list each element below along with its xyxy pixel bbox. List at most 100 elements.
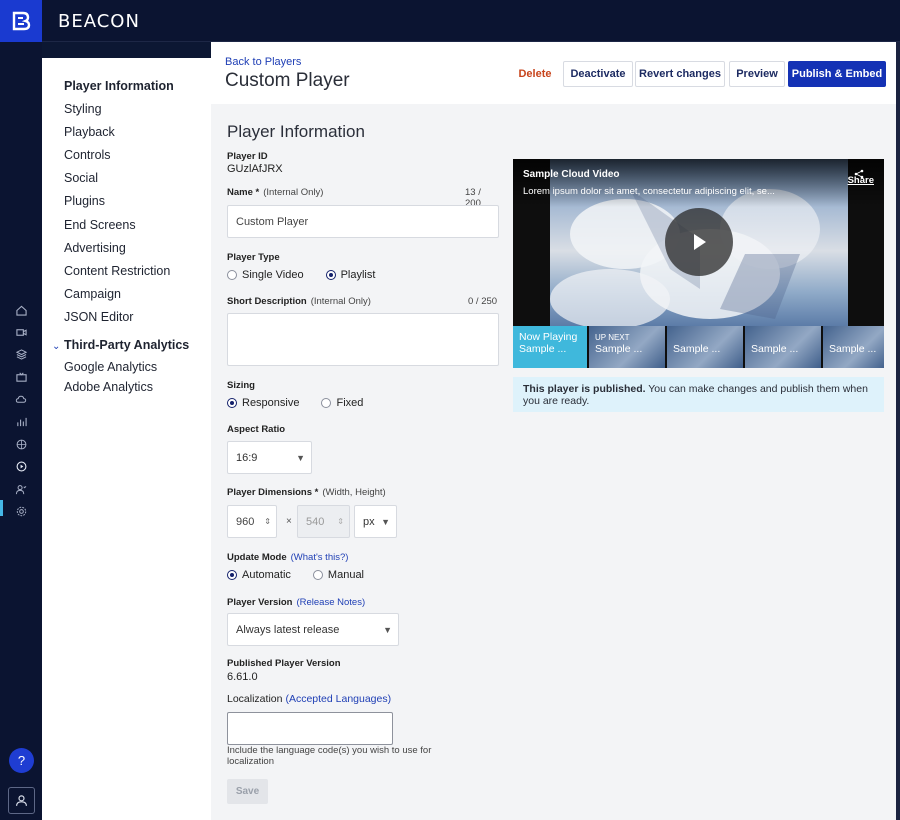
nav-item-end-screens[interactable]: End Screens	[64, 218, 136, 232]
radio-automatic[interactable]	[227, 570, 237, 580]
thumbnail-item[interactable]: Sample ...	[823, 326, 884, 368]
user-account-button[interactable]	[8, 787, 35, 814]
publish-embed-button[interactable]: Publish & Embed	[788, 61, 886, 87]
whats-this-link[interactable]: (What's this?)	[291, 552, 349, 563]
player-icon[interactable]	[14, 459, 28, 473]
video-icon[interactable]	[14, 325, 28, 339]
nav-item-styling[interactable]: Styling	[64, 102, 102, 116]
nav-section-third-party-analytics[interactable]: Third-Party Analytics	[64, 338, 189, 352]
player-type-radios: Single Video Playlist	[227, 269, 375, 281]
deactivate-button[interactable]: Deactivate	[563, 61, 633, 87]
radio-manual[interactable]	[312, 570, 323, 580]
radio-playlist[interactable]	[325, 270, 336, 280]
globe-icon[interactable]	[14, 437, 28, 451]
brand-name: BEACON	[58, 11, 140, 32]
caret-down-icon: ▼	[296, 452, 305, 463]
thumbnail-title: Sample ...	[595, 343, 643, 355]
radio-automatic-label[interactable]: Automatic	[242, 569, 291, 581]
name-label-text: Name *	[227, 187, 260, 198]
width-value: 960	[236, 515, 255, 528]
nav-item-controls[interactable]: Controls	[64, 148, 111, 162]
cloud-icon[interactable]	[14, 392, 28, 406]
name-input-value: Custom Player	[236, 215, 309, 228]
localization-input[interactable]	[227, 712, 393, 745]
users-icon[interactable]	[14, 482, 28, 496]
settings-nav: Player Information Styling Playback Cont…	[42, 58, 211, 820]
radio-fixed-label[interactable]: Fixed	[336, 397, 363, 409]
thumbnail-label	[829, 332, 880, 343]
radio-manual-label[interactable]: Manual	[328, 569, 364, 581]
back-link[interactable]: Back to Players	[225, 56, 301, 68]
radio-responsive-label[interactable]: Responsive	[242, 397, 299, 409]
layers-icon[interactable]	[14, 347, 28, 361]
nav-item-playback[interactable]: Playback	[64, 125, 115, 139]
chevron-down-icon[interactable]: ⌄	[52, 341, 60, 352]
radio-responsive[interactable]	[227, 398, 237, 408]
preview-button[interactable]: Preview	[729, 61, 785, 87]
analytics-icon[interactable]	[14, 414, 28, 428]
stepper-icon: ⇕	[337, 517, 344, 526]
nav-item-advertising[interactable]: Advertising	[64, 241, 126, 255]
radio-fixed[interactable]	[321, 398, 332, 408]
play-button[interactable]	[665, 208, 733, 276]
thumbnail-label	[673, 332, 737, 343]
video-title: Sample Cloud Video	[523, 169, 620, 180]
aspect-ratio-select[interactable]: 16:9 ▼	[227, 441, 312, 474]
name-input[interactable]: Custom Player	[227, 205, 499, 238]
tv-icon[interactable]	[14, 370, 28, 384]
localization-hint: Include the language code(s) you wish to…	[227, 745, 432, 767]
revert-changes-button[interactable]: Revert changes	[635, 61, 725, 87]
share-link[interactable]: Share	[848, 175, 874, 186]
nav-item-adobe-analytics[interactable]: Adobe Analytics	[64, 380, 153, 394]
play-icon	[694, 234, 706, 250]
radio-single-video-label[interactable]: Single Video	[242, 269, 304, 281]
player-version-select[interactable]: Always latest release ▼	[227, 613, 399, 646]
published-status-banner: This player is published. You can make c…	[513, 377, 884, 412]
dimensions-separator: ×	[286, 516, 292, 527]
sizing-radios: Responsive Fixed	[227, 397, 363, 409]
delete-button[interactable]: Delete	[509, 61, 561, 87]
player-type-label: Player Type	[227, 252, 280, 263]
update-mode-label: Update Mode (What's this?)	[227, 552, 348, 563]
main-content: Back to Players Custom Player Delete Dea…	[211, 42, 900, 820]
published-status-bold: This player is published.	[523, 383, 646, 395]
short-description-textarea[interactable]	[227, 313, 499, 366]
accepted-languages-link[interactable]: (Accepted Languages)	[285, 693, 391, 705]
radio-playlist-label[interactable]: Playlist	[341, 269, 376, 281]
thumbnail-item[interactable]: Sample ...	[667, 326, 745, 368]
published-version-label: Published Player Version	[227, 658, 341, 669]
caret-down-icon: ▼	[383, 624, 392, 635]
nav-item-plugins[interactable]: Plugins	[64, 194, 105, 208]
width-input[interactable]: 960 ⇕	[227, 505, 277, 538]
home-icon[interactable]	[14, 303, 28, 317]
page-header: Back to Players Custom Player Delete Dea…	[211, 42, 900, 104]
player-version-label: Player Version (Release Notes)	[227, 597, 365, 608]
nav-item-player-information[interactable]: Player Information	[64, 79, 174, 93]
scrollbar[interactable]	[896, 42, 900, 820]
player-version-value: Always latest release	[236, 623, 340, 636]
beacon-logo-icon[interactable]	[0, 0, 42, 42]
player-preview[interactable]: Sample Cloud Video Lorem ipsum dolor sit…	[513, 159, 884, 368]
stepper-icon[interactable]: ⇕	[264, 517, 271, 526]
nav-item-campaign[interactable]: Campaign	[64, 287, 121, 301]
release-notes-link[interactable]: (Release Notes)	[296, 597, 365, 608]
help-button[interactable]: ?	[9, 748, 34, 773]
nav-item-content-restriction[interactable]: Content Restriction	[64, 264, 170, 278]
thumbnail-up-next[interactable]: UP NEXT Sample ...	[589, 326, 667, 368]
thumbnail-title: Sample ...	[673, 343, 721, 355]
height-input: 540 ⇕	[297, 505, 350, 538]
thumbnail-now-playing[interactable]: Now Playing Sample ...	[513, 326, 589, 368]
published-version-value: 6.61.0	[227, 671, 258, 683]
thumbnail-title: Sample ...	[519, 343, 567, 355]
nav-item-google-analytics[interactable]: Google Analytics	[64, 360, 157, 374]
sizing-label: Sizing	[227, 380, 255, 391]
nav-item-json-editor[interactable]: JSON Editor	[64, 310, 133, 324]
unit-select[interactable]: px ▼	[354, 505, 397, 538]
thumbnail-item[interactable]: Sample ...	[745, 326, 823, 368]
top-bar: BEACON	[0, 0, 900, 42]
nav-item-social[interactable]: Social	[64, 171, 98, 185]
gear-icon[interactable]	[14, 504, 28, 518]
question-icon: ?	[17, 753, 26, 768]
radio-single-video[interactable]	[227, 270, 237, 280]
short-description-label-sub: (Internal Only)	[310, 296, 371, 307]
